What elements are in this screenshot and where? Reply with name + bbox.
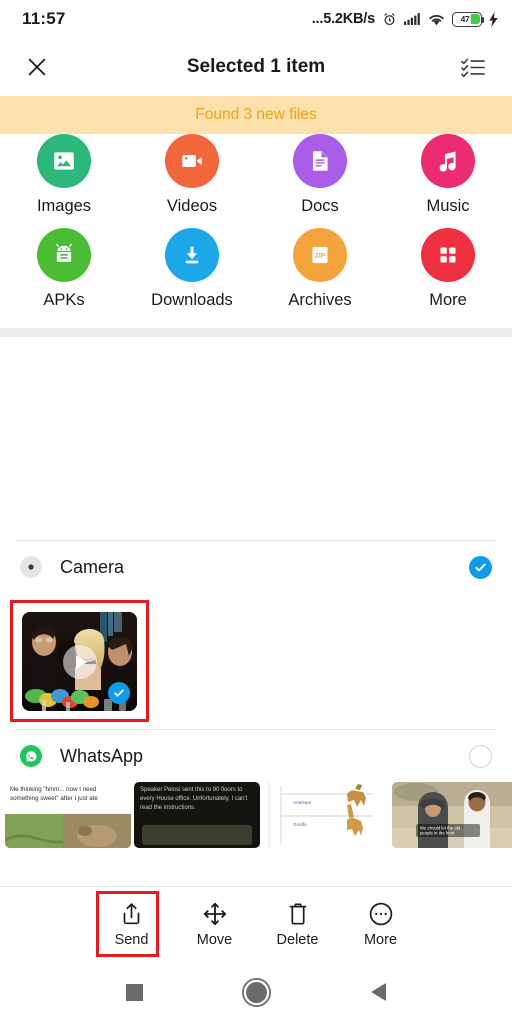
document-icon xyxy=(293,134,347,188)
category-downloads[interactable]: Downloads xyxy=(128,216,256,310)
group-name: Camera xyxy=(60,556,125,577)
thumbnail-photo xyxy=(5,814,131,848)
status-bar: 11:57 ...5.2KB/s 47 xyxy=(0,0,512,38)
network-speed-text: ...5.2KB/s xyxy=(311,11,375,27)
thumbnail-caption: Speaker Pelosi sent this to 90 floors to… xyxy=(140,787,248,811)
whatsapp-thumbnail-4[interactable]: We should let the old people in the fron… xyxy=(392,782,512,848)
category-videos[interactable]: Videos xyxy=(128,126,256,216)
whatsapp-icon xyxy=(20,745,42,767)
group-header-whatsapp[interactable]: WhatsApp xyxy=(0,730,512,782)
category-label: Docs xyxy=(301,197,339,215)
wifi-icon xyxy=(428,13,445,26)
trash-icon xyxy=(286,899,310,929)
whatsapp-thumbnail-row: Me thinking "hmm... now I need something… xyxy=(0,782,512,848)
download-icon xyxy=(165,228,219,282)
action-label: Send xyxy=(114,932,149,948)
grid-icon xyxy=(421,228,475,282)
image-icon xyxy=(37,134,91,188)
svg-text:Giraffe: Giraffe xyxy=(293,822,307,827)
item-checkbox[interactable] xyxy=(108,682,130,704)
status-time: 11:57 xyxy=(22,9,66,28)
action-label: Delete xyxy=(276,932,319,948)
video-thumbnail[interactable] xyxy=(22,612,137,711)
delete-button[interactable]: Delete xyxy=(256,887,339,961)
close-icon[interactable] xyxy=(22,52,52,82)
move-button[interactable]: Move xyxy=(173,887,256,961)
battery-indicator: 47 xyxy=(452,11,485,27)
group-name: WhatsApp xyxy=(60,745,144,766)
camera-folder-icon xyxy=(20,556,42,578)
music-note-icon xyxy=(421,134,475,188)
svg-text:Antelope: Antelope xyxy=(293,800,312,805)
camera-thumbnail-row xyxy=(0,593,512,729)
thumbnail-caption: Me thinking "hmm... now I need something… xyxy=(10,786,98,802)
more-button[interactable]: More xyxy=(339,887,422,961)
category-music[interactable]: Music xyxy=(384,126,512,216)
select-all-icon[interactable] xyxy=(456,52,490,82)
thumbnail-chart: Antelope Giraffe xyxy=(263,782,389,848)
recents-square-icon[interactable] xyxy=(125,983,143,1001)
category-archives[interactable]: ZIP Archives xyxy=(256,216,384,310)
send-button[interactable]: Send xyxy=(90,887,173,961)
battery-percent: 47 xyxy=(460,14,470,24)
status-indicators: ...5.2KB/s 47 xyxy=(312,11,498,27)
move-icon xyxy=(202,899,228,929)
category-label: Archives xyxy=(288,291,352,309)
category-label: APKs xyxy=(43,291,85,309)
category-grid: Images Videos Docs Music APKs Downloads … xyxy=(0,126,512,328)
category-row-2: APKs Downloads ZIP Archives More xyxy=(0,216,512,328)
home-circle-icon[interactable] xyxy=(246,981,268,1003)
action-label: Move xyxy=(196,932,233,948)
category-label: Videos xyxy=(166,197,218,215)
new-files-banner: Found 3 new files xyxy=(0,96,512,134)
category-label: Images xyxy=(36,197,92,215)
android-icon xyxy=(37,228,91,282)
camera-thumbnail-cell xyxy=(0,593,152,729)
charging-bolt-icon xyxy=(489,11,498,27)
play-icon xyxy=(62,644,97,679)
category-docs[interactable]: Docs xyxy=(256,126,384,216)
back-triangle-icon[interactable] xyxy=(371,983,387,1001)
action-label: More xyxy=(363,932,398,948)
group-checkbox[interactable] xyxy=(469,744,492,768)
selection-header: Selected 1 item xyxy=(0,38,512,96)
zip-icon: ZIP xyxy=(293,228,347,282)
category-label: Downloads xyxy=(151,291,233,309)
whatsapp-thumbnail-3[interactable]: Antelope Giraffe xyxy=(263,782,389,848)
category-label: More xyxy=(429,291,467,309)
svg-text:people in the front: people in the front xyxy=(420,831,455,836)
android-nav-bar xyxy=(0,960,512,1024)
category-apks[interactable]: APKs xyxy=(0,216,128,310)
bottom-action-bar: Send Move Delete More xyxy=(0,886,512,960)
empty-content-area xyxy=(0,337,512,540)
video-icon xyxy=(165,134,219,188)
group-checkbox[interactable] xyxy=(469,555,492,579)
thumbnail-inner-block xyxy=(142,825,252,845)
whatsapp-thumbnail-2[interactable]: Speaker Pelosi sent this to 90 floors to… xyxy=(134,782,260,848)
cellular-signal-icon xyxy=(404,12,421,26)
category-label: Music xyxy=(426,197,470,215)
svg-text:ZIP: ZIP xyxy=(315,252,326,259)
banner-text: Found 3 new files xyxy=(195,106,317,123)
group-header-camera[interactable]: Camera xyxy=(0,541,512,593)
alarm-clock-icon xyxy=(382,12,397,27)
share-icon xyxy=(119,899,144,929)
category-more[interactable]: More xyxy=(384,216,512,310)
thumbnail-photo: We should let the old people in the fron… xyxy=(392,782,512,848)
category-row-1: Images Videos Docs Music xyxy=(0,126,512,216)
section-divider xyxy=(0,328,512,337)
page-title: Selected 1 item xyxy=(186,56,326,77)
category-images[interactable]: Images xyxy=(0,126,128,216)
whatsapp-thumbnail-1[interactable]: Me thinking "hmm... now I need something… xyxy=(5,782,131,848)
more-dots-icon xyxy=(368,899,394,929)
